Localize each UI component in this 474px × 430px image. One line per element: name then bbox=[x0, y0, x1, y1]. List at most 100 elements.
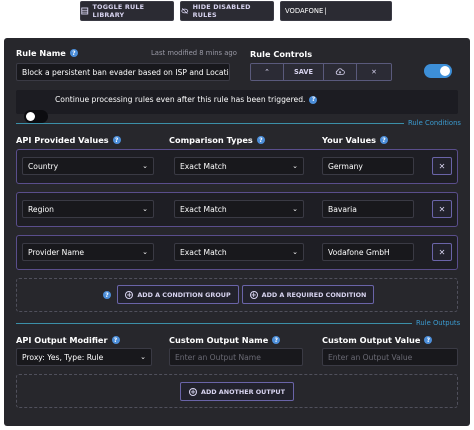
upload-button[interactable] bbox=[324, 64, 357, 80]
add-another-output-label: ADD ANOTHER OUTPUT bbox=[201, 387, 285, 396]
comparison-types-heading: Comparison Types ? bbox=[169, 135, 265, 145]
rule-name-value: Block a persistent ban evader based on I… bbox=[22, 67, 230, 77]
add-another-output-button[interactable]: + ADD ANOTHER OUTPUT bbox=[180, 382, 294, 401]
output-value-placeholder: Enter an Output Value bbox=[328, 352, 413, 362]
api-value-selected: Provider Name bbox=[28, 247, 85, 257]
add-condition-group-label: ADD A CONDITION GROUP bbox=[137, 290, 231, 299]
comparison-selected: Exact Match bbox=[180, 247, 227, 257]
close-icon: ✕ bbox=[371, 68, 377, 76]
output-value-input[interactable]: Enter an Output Value bbox=[322, 348, 458, 366]
hide-disabled-rules-button[interactable]: HIDE DISABLED RULES bbox=[180, 1, 274, 21]
your-values-heading: Your Values ? bbox=[322, 135, 388, 145]
remove-condition-button[interactable]: ✕ bbox=[432, 157, 452, 175]
your-values-label: Your Values bbox=[322, 135, 376, 145]
api-values-label: API Provided Values bbox=[16, 135, 109, 145]
help-icon[interactable]: ? bbox=[103, 291, 111, 299]
output-name-placeholder: Enter an Output Name bbox=[175, 352, 261, 362]
comparison-select[interactable]: Exact Match ⌄ bbox=[174, 243, 304, 261]
continue-processing-toggle[interactable] bbox=[24, 110, 48, 123]
comparison-types-label: Comparison Types bbox=[169, 135, 253, 145]
chevron-down-icon: ⌄ bbox=[292, 205, 298, 213]
chevron-up-icon: ⌃ bbox=[264, 68, 270, 76]
rule-editor-panel: Rule Name ? Last modified 8 mins ago Blo… bbox=[4, 38, 470, 426]
help-icon[interactable]: ? bbox=[424, 336, 433, 344]
continue-processing-text: Continue processing rules even after thi… bbox=[55, 95, 306, 104]
delete-rule-button[interactable]: ✕ bbox=[357, 64, 391, 80]
api-value-select[interactable]: Region ⌄ bbox=[22, 200, 154, 218]
comparison-select[interactable]: Exact Match ⌄ bbox=[174, 200, 304, 218]
rule-enabled-toggle[interactable] bbox=[424, 64, 452, 78]
help-icon[interactable]: ? bbox=[380, 136, 388, 144]
help-icon[interactable]: ? bbox=[112, 136, 121, 144]
remove-condition-button[interactable]: ✕ bbox=[432, 243, 452, 261]
output-value-label: Custom Output Value bbox=[322, 335, 421, 345]
help-icon[interactable]: ? bbox=[69, 49, 78, 57]
save-button-label: SAVE bbox=[293, 68, 313, 76]
add-condition-group-button[interactable]: + ADD A CONDITION GROUP bbox=[117, 285, 239, 304]
output-name-heading: Custom Output Name ? bbox=[169, 335, 281, 345]
rule-name-input[interactable]: Block a persistent ban evader based on I… bbox=[16, 63, 230, 81]
conditions-divider bbox=[16, 123, 404, 124]
your-value-input[interactable]: Germany bbox=[322, 157, 414, 175]
add-required-condition-button[interactable]: + ADD A REQUIRED CONDITION bbox=[242, 285, 374, 304]
plus-circle-icon: + bbox=[249, 290, 258, 299]
toggle-rule-library-button[interactable]: TOGGLE RULE LIBRARY bbox=[80, 1, 174, 21]
toggle-rule-library-label: TOGGLE RULE LIBRARY bbox=[92, 3, 145, 19]
eye-slash-icon bbox=[181, 8, 189, 14]
rule-controls-group: ⌃ SAVE ✕ bbox=[250, 63, 392, 81]
rule-search-value: VODAFONE bbox=[285, 7, 324, 15]
move-up-button[interactable]: ⌃ bbox=[251, 64, 284, 80]
plus-circle-icon: + bbox=[189, 387, 198, 396]
chevron-down-icon: ⌄ bbox=[142, 248, 148, 256]
your-value-text: Germany bbox=[328, 161, 363, 171]
chevron-down-icon: ⌄ bbox=[142, 162, 148, 170]
rule-conditions-tag: Rule Conditions bbox=[408, 119, 461, 127]
api-value-selected: Country bbox=[28, 161, 59, 171]
close-icon: ✕ bbox=[438, 204, 446, 214]
chevron-down-icon: ⌄ bbox=[140, 353, 146, 361]
library-icon bbox=[81, 7, 89, 15]
output-modifier-label: API Output Modifier bbox=[16, 335, 108, 345]
your-value-text: Vodafone GmbH bbox=[328, 247, 390, 257]
output-modifier-select[interactable]: Proxy: Yes, Type: Rule ⌄ bbox=[16, 348, 152, 366]
api-value-select[interactable]: Provider Name ⌄ bbox=[22, 243, 154, 261]
comparison-selected: Exact Match bbox=[180, 161, 227, 171]
output-name-input[interactable]: Enter an Output Name bbox=[169, 348, 303, 366]
help-icon[interactable]: ? bbox=[111, 336, 120, 344]
rule-controls-label: Rule Controls bbox=[250, 49, 313, 59]
last-modified-text: Last modified 8 mins ago bbox=[151, 49, 237, 57]
output-modifier-selected: Proxy: Yes, Type: Rule bbox=[22, 352, 104, 362]
api-value-select[interactable]: Country ⌄ bbox=[22, 157, 154, 175]
help-icon[interactable]: ? bbox=[256, 136, 265, 144]
hide-disabled-rules-label: HIDE DISABLED RULES bbox=[192, 3, 251, 19]
chevron-down-icon: ⌄ bbox=[292, 162, 298, 170]
rule-outputs-tag: Rule Outputs bbox=[416, 319, 461, 327]
output-name-label: Custom Output Name bbox=[169, 335, 269, 345]
continue-processing-row: Continue processing rules even after thi… bbox=[55, 95, 318, 104]
close-icon: ✕ bbox=[438, 161, 446, 171]
your-value-input[interactable]: Bavaria bbox=[322, 200, 414, 218]
help-icon[interactable]: ? bbox=[309, 95, 318, 104]
plus-circle-icon: + bbox=[125, 290, 134, 299]
api-value-selected: Region bbox=[28, 204, 54, 214]
save-button[interactable]: SAVE bbox=[284, 64, 324, 80]
add-required-condition-label: ADD A REQUIRED CONDITION bbox=[261, 290, 367, 299]
chevron-down-icon: ⌄ bbox=[142, 205, 148, 213]
api-values-heading: API Provided Values ? bbox=[16, 135, 121, 145]
text-cursor: | bbox=[324, 7, 327, 15]
your-value-input[interactable]: Vodafone GmbH bbox=[322, 243, 414, 261]
cloud-upload-icon bbox=[335, 68, 345, 75]
rule-name-label: Rule Name bbox=[16, 48, 66, 58]
help-icon[interactable]: ? bbox=[272, 336, 281, 344]
your-value-text: Bavaria bbox=[328, 204, 357, 214]
comparison-select[interactable]: Exact Match ⌄ bbox=[174, 157, 304, 175]
rule-name-heading: Rule Name ? bbox=[16, 48, 78, 58]
outputs-divider bbox=[16, 323, 412, 324]
remove-condition-button[interactable]: ✕ bbox=[432, 200, 452, 218]
output-modifier-heading: API Output Modifier ? bbox=[16, 335, 120, 345]
close-icon: ✕ bbox=[438, 247, 446, 257]
rule-search-input[interactable]: VODAFONE | bbox=[280, 1, 392, 21]
output-value-heading: Custom Output Value ? bbox=[322, 335, 433, 345]
chevron-down-icon: ⌄ bbox=[292, 248, 298, 256]
comparison-selected: Exact Match bbox=[180, 204, 227, 214]
